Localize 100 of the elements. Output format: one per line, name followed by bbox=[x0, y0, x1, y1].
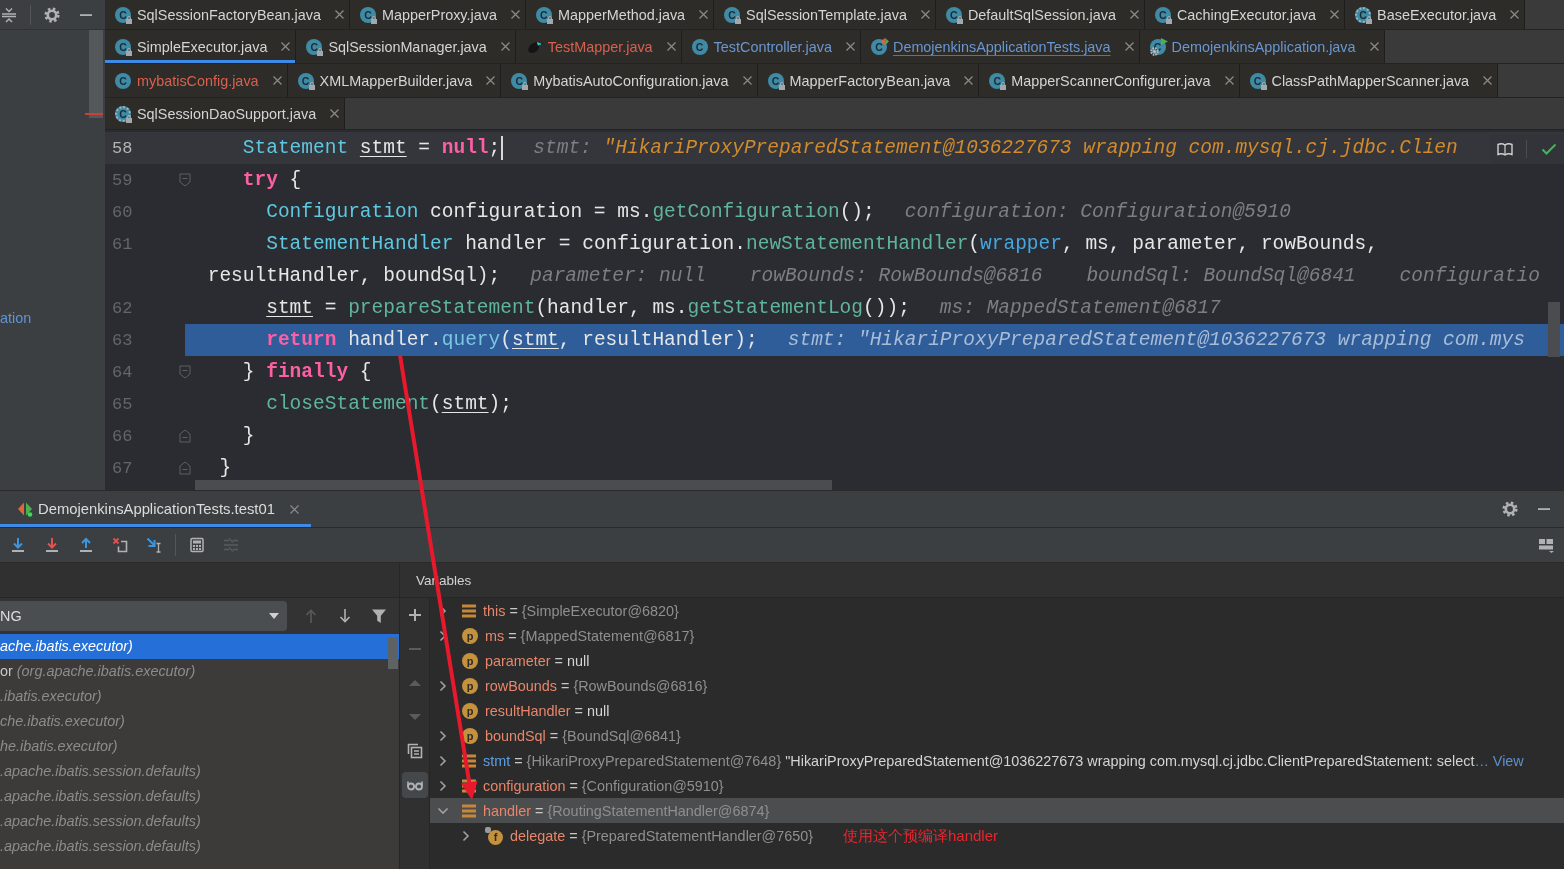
close-icon[interactable] bbox=[1124, 42, 1134, 51]
editor-tab[interactable]: C SimpleExecutor.java bbox=[105, 30, 297, 63]
close-icon[interactable] bbox=[1129, 10, 1139, 19]
editor-tab[interactable]: C SqlSessionManager.java bbox=[296, 30, 516, 63]
annotation-text: 使用这个预编译handler bbox=[843, 826, 999, 846]
code-line: try { bbox=[242, 169, 302, 191]
close-icon[interactable] bbox=[510, 10, 520, 19]
editor-tab[interactable]: C XMLMapperBuilder.java bbox=[287, 64, 502, 97]
book-icon[interactable] bbox=[1496, 141, 1513, 157]
error-marker bbox=[85, 113, 103, 115]
editor-tab[interactable]: C MapperFactoryBean.java bbox=[757, 64, 980, 97]
copy-icon[interactable] bbox=[406, 743, 423, 759]
scrollbar-thumb[interactable] bbox=[1548, 302, 1560, 357]
fold-marker-icon[interactable] bbox=[179, 461, 191, 475]
fold-marker-icon[interactable] bbox=[179, 429, 191, 443]
close-icon[interactable] bbox=[1510, 10, 1520, 19]
editor-tab[interactable]: C MapperMethod.java bbox=[525, 0, 715, 29]
class-icon: C bbox=[945, 5, 964, 24]
text-caret bbox=[501, 136, 504, 160]
layout-icon[interactable] bbox=[1538, 537, 1554, 553]
editor-tab[interactable]: C BaseExecutor.java bbox=[1345, 0, 1526, 29]
close-icon[interactable] bbox=[1224, 76, 1234, 85]
check-icon[interactable] bbox=[1541, 141, 1558, 157]
close-icon[interactable] bbox=[666, 42, 676, 51]
editor-tab[interactable]: C MapperProxy.java bbox=[350, 0, 526, 29]
close-icon[interactable] bbox=[1483, 76, 1493, 85]
line-number: 60 bbox=[112, 202, 133, 222]
class-icon: C bbox=[724, 5, 743, 24]
abstract-class-icon: C bbox=[115, 104, 133, 123]
variable-row[interactable]: handler = {RoutingStatementHandler@6874} bbox=[430, 798, 1564, 823]
arrow-down-icon[interactable] bbox=[337, 608, 353, 624]
editor-tab[interactable]: C SqlSessionTemplate.java bbox=[714, 0, 936, 29]
close-icon[interactable] bbox=[486, 76, 496, 85]
line-number: 59 bbox=[112, 170, 133, 190]
code-line: } finally { bbox=[242, 361, 372, 383]
settings-icon[interactable] bbox=[44, 6, 60, 23]
settings-icon[interactable] bbox=[1502, 501, 1518, 517]
glasses-icon[interactable] bbox=[401, 772, 428, 798]
bars-icon bbox=[462, 753, 476, 768]
scrollbar-thumb[interactable] bbox=[89, 30, 103, 118]
close-icon[interactable] bbox=[500, 42, 510, 51]
cross-frame-icon[interactable] bbox=[112, 537, 128, 553]
variable-row[interactable]: p ms = {MappedStatement@6817} bbox=[430, 623, 699, 648]
variable-row[interactable]: this = {SimpleExecutor@6820} bbox=[430, 598, 683, 623]
close-icon[interactable] bbox=[289, 504, 299, 514]
variable-row[interactable]: p resultHandler = null bbox=[430, 698, 614, 723]
scrollbar-thumb[interactable] bbox=[388, 637, 398, 669]
close-icon[interactable] bbox=[330, 109, 340, 118]
fold-marker-icon[interactable] bbox=[179, 173, 191, 187]
editor-tab[interactable]: C MapperScannerConfigurer.java bbox=[979, 64, 1240, 97]
line-number: 65 bbox=[112, 394, 133, 414]
close-icon[interactable] bbox=[1330, 10, 1340, 19]
scrollbar-thumb[interactable] bbox=[195, 480, 832, 490]
editor-tab[interactable]: C DefaultSqlSession.java bbox=[935, 0, 1145, 29]
stack-frame[interactable]: ache.ibatis.executor) bbox=[0, 634, 399, 659]
editor-tab[interactable]: C TestController.java bbox=[681, 30, 861, 63]
filter-icon[interactable] bbox=[371, 608, 387, 624]
class-run-icon: C bbox=[871, 37, 889, 56]
variable-row[interactable]: f delegate = {PreparedStatementHandler@7650} bbox=[430, 823, 818, 848]
code-line: Statement stmt = null; bbox=[242, 137, 501, 159]
class-icon: C bbox=[1249, 71, 1268, 90]
editor-tab[interactable]: C mybatisConfig.java bbox=[105, 64, 288, 97]
arrow-down-icon[interactable] bbox=[44, 537, 60, 553]
close-icon[interactable] bbox=[335, 10, 344, 19]
collapse-icon[interactable] bbox=[1, 6, 17, 23]
editor-tab[interactable]: C SqlSessionDaoSupport.java bbox=[105, 98, 346, 129]
editor-tab[interactable]: C MybatisAutoConfiguration.java bbox=[501, 64, 758, 97]
close-icon[interactable] bbox=[964, 76, 974, 85]
line-number: 64 bbox=[112, 362, 133, 382]
thread-dropdown[interactable]: NG bbox=[0, 601, 287, 631]
variable-row[interactable]: p rowBounds = {RowBounds@6816} bbox=[430, 673, 712, 698]
editor-tab[interactable]: TestMapper.java bbox=[515, 30, 682, 63]
abstract-class-icon: C bbox=[1355, 5, 1374, 24]
editor-tab[interactable]: C ClassPathMapperScanner.java bbox=[1239, 64, 1499, 97]
editor-tab[interactable]: C CachingExecutor.java bbox=[1144, 0, 1346, 29]
editor-tab[interactable]: C DemojenkinsApplicationTests.java bbox=[861, 30, 1140, 63]
close-icon[interactable] bbox=[846, 42, 855, 51]
parameter-icon: p bbox=[462, 627, 478, 644]
stack-frame[interactable]: or (org.apache.ibatis.executor) bbox=[0, 659, 399, 684]
class-icon: C bbox=[115, 5, 133, 24]
plus-icon[interactable] bbox=[406, 607, 423, 623]
test-session-icon bbox=[17, 501, 33, 517]
close-icon[interactable] bbox=[920, 10, 930, 19]
close-icon[interactable] bbox=[272, 76, 282, 85]
variable-row[interactable]: p boundSql = {BoundSql@6841} bbox=[430, 723, 685, 748]
calculator-icon[interactable] bbox=[189, 537, 205, 553]
variable-row[interactable]: stmt = {HikariProxyPreparedStatement@7648} "HikariProxyPreparedStatement@1036227673 wrapping com.mysql.cj.jdbc.ClientPreparedStatement: select… View bbox=[430, 748, 1528, 773]
debug-session-tab[interactable]: DemojenkinsApplicationTests.test01 bbox=[0, 491, 311, 527]
close-icon[interactable] bbox=[281, 42, 291, 51]
parameter-icon: p bbox=[462, 702, 478, 719]
code-line: } bbox=[242, 425, 255, 447]
variable-row[interactable]: p parameter = null bbox=[430, 648, 594, 673]
view-link[interactable]: … View bbox=[1474, 752, 1524, 769]
fold-marker-icon[interactable] bbox=[179, 365, 191, 379]
arrow-cursor-icon[interactable] bbox=[146, 537, 162, 553]
close-icon[interactable] bbox=[699, 10, 709, 19]
close-icon[interactable] bbox=[742, 76, 752, 85]
arrow-down-icon[interactable] bbox=[10, 537, 26, 553]
editor-tab[interactable]: C SqlSessionFactoryBean.java bbox=[105, 0, 350, 29]
close-icon[interactable] bbox=[1369, 42, 1379, 51]
